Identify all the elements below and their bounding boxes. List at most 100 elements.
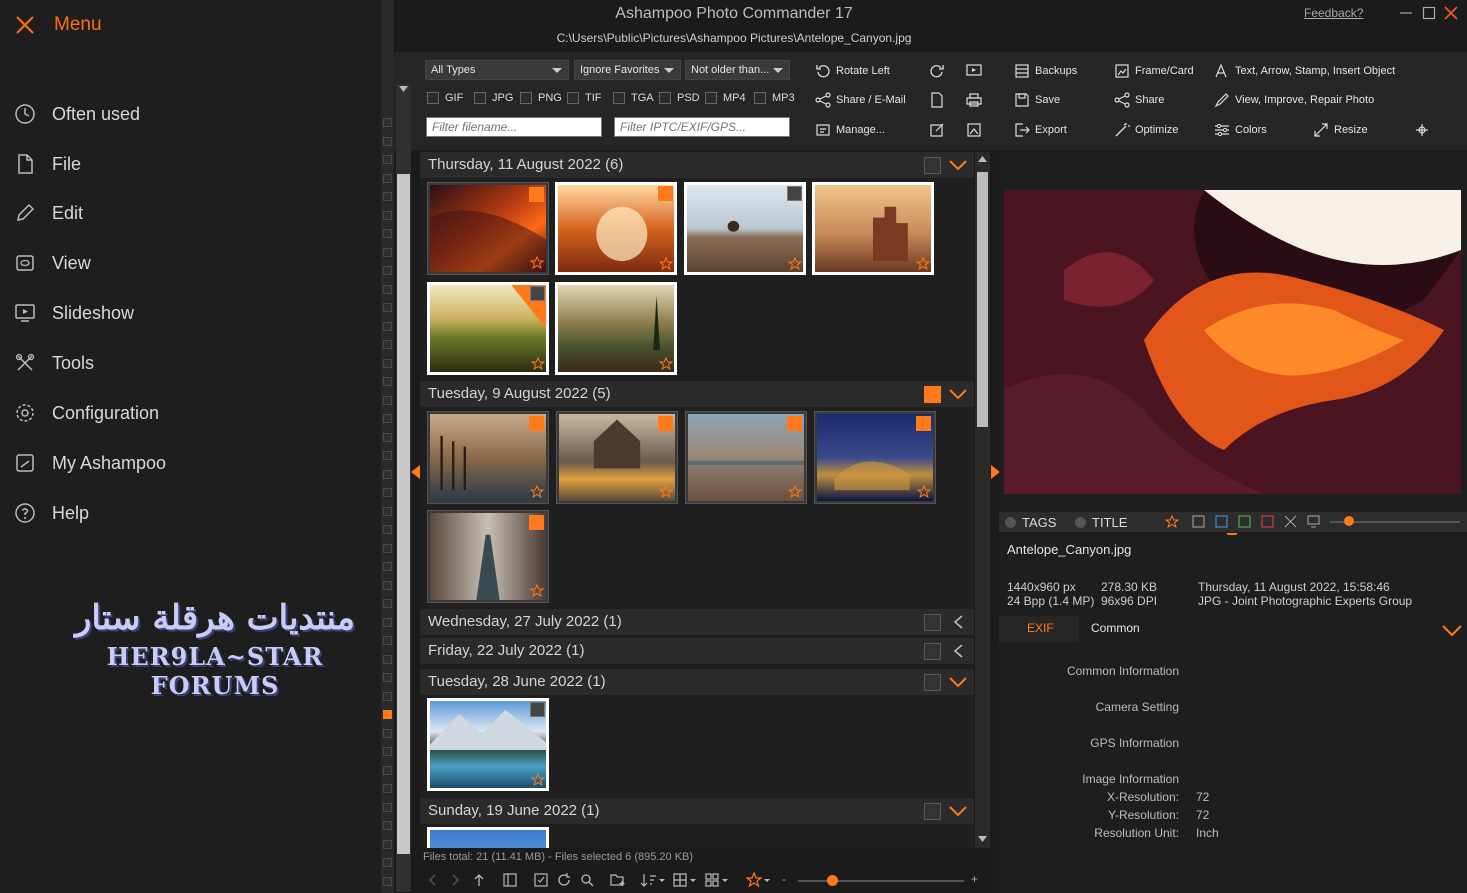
star-icon[interactable]	[916, 257, 930, 271]
new-file-icon[interactable]	[929, 92, 945, 108]
thumbnail[interactable]	[427, 510, 549, 603]
preview-zoom-handle[interactable]	[1344, 516, 1354, 526]
row-checkbox[interactable]	[383, 340, 392, 349]
scroll-down-icon[interactable]	[399, 86, 408, 92]
share-button[interactable]: Share	[1114, 92, 1164, 108]
star-icon[interactable]	[531, 357, 545, 371]
zoom-slider[interactable]	[798, 880, 964, 882]
row-checkbox[interactable]	[383, 451, 392, 460]
selected-checkbox[interactable]	[916, 416, 931, 431]
menu-item-my-ashampoo[interactable]: My Ashampoo	[14, 450, 166, 476]
resize-button[interactable]: Resize	[1313, 122, 1368, 138]
close-window-icon[interactable]	[1442, 4, 1460, 22]
chevron-down-icon[interactable]	[1441, 623, 1463, 637]
thumbnail[interactable]	[684, 182, 806, 275]
selected-checkbox[interactable]	[658, 416, 673, 431]
star-icon[interactable]	[788, 485, 802, 499]
image-icon[interactable]	[966, 122, 982, 138]
group-checkbox[interactable]	[924, 386, 941, 403]
panel-icon[interactable]	[503, 873, 517, 887]
print-icon[interactable]	[966, 92, 982, 108]
chevron-left-icon[interactable]	[948, 614, 968, 630]
row-checkbox[interactable]	[383, 765, 392, 775]
green-filter-icon[interactable]	[1238, 515, 1251, 528]
menu-item-configuration[interactable]: Configuration	[14, 400, 159, 426]
menu-item-tools[interactable]: Tools	[14, 350, 94, 376]
row-checkbox[interactable]	[383, 580, 392, 590]
unselected-checkbox[interactable]	[530, 286, 545, 301]
view-improve-button[interactable]: View, Improve, Repair Photo	[1214, 92, 1374, 108]
star-icon[interactable]	[1165, 515, 1179, 529]
manage-button[interactable]: Manage...	[815, 122, 885, 138]
selected-checkbox[interactable]	[529, 187, 544, 202]
row-checkbox[interactable]	[383, 506, 392, 516]
selected-checkbox[interactable]	[658, 186, 673, 201]
row-checkbox[interactable]	[383, 710, 392, 719]
preview-image-antelope-canyon[interactable]	[1004, 190, 1461, 494]
text-arrow-stamp-button[interactable]: Text, Arrow, Stamp, Insert Object	[1214, 63, 1395, 79]
select-all-icon[interactable]	[534, 873, 548, 887]
thumbnail[interactable]	[427, 827, 549, 848]
monitor-icon[interactable]	[1307, 515, 1320, 528]
filter-tif-checkbox[interactable]: TIF	[567, 92, 602, 104]
row-checkbox[interactable]	[383, 136, 392, 146]
close-icon[interactable]	[14, 14, 36, 36]
row-checkbox[interactable]	[383, 358, 392, 368]
filter-psd-checkbox[interactable]: PSD	[659, 92, 700, 104]
fit-icon[interactable]	[1284, 515, 1297, 528]
row-checkbox[interactable]	[383, 118, 392, 127]
row-checkbox[interactable]	[383, 284, 392, 294]
selected-checkbox[interactable]	[787, 416, 802, 431]
menu-item-often-used[interactable]: Often used	[14, 101, 140, 127]
layout-icon[interactable]	[705, 873, 731, 887]
thumbnail[interactable]	[427, 282, 549, 375]
scroll-down-icon[interactable]	[978, 836, 987, 842]
date-group-header[interactable]: Sunday, 19 June 2022 (1)	[420, 798, 974, 824]
exif-camera-heading[interactable]: Camera Setting	[999, 700, 1179, 714]
sort-icon[interactable]	[640, 873, 666, 887]
slideshow-icon[interactable]	[966, 63, 982, 79]
row-checkbox[interactable]	[383, 654, 392, 664]
minimize-icon[interactable]	[1397, 4, 1415, 22]
chevron-down-icon[interactable]	[948, 157, 968, 173]
exif-image-heading[interactable]: Image Information	[999, 772, 1179, 786]
thumbnail[interactable]	[812, 182, 934, 275]
collapse-left-icon[interactable]	[411, 465, 420, 479]
row-checkbox[interactable]	[383, 469, 392, 479]
row-checkbox[interactable]	[383, 562, 392, 571]
thumbnail[interactable]	[427, 182, 549, 275]
row-checkbox[interactable]	[383, 636, 392, 645]
favorite-star-icon[interactable]	[746, 872, 772, 888]
rotate-left-button[interactable]: Rotate Left	[815, 63, 890, 79]
row-checkbox[interactable]	[383, 229, 392, 238]
exif-tab[interactable]: EXIF	[1027, 621, 1054, 635]
star-icon[interactable]	[659, 357, 673, 371]
unselected-checkbox[interactable]	[787, 186, 802, 201]
row-checkbox[interactable]	[383, 728, 392, 738]
star-icon[interactable]	[530, 584, 544, 598]
refresh-icon[interactable]	[557, 873, 571, 887]
save-button[interactable]: Save	[1014, 92, 1060, 108]
grid-view-icon[interactable]	[673, 873, 699, 887]
date-group-header[interactable]: Thursday, 11 August 2022 (6)	[420, 152, 974, 178]
star-icon[interactable]	[659, 485, 673, 499]
star-icon[interactable]	[788, 257, 802, 271]
share-email-button[interactable]: Share / E-Mail	[815, 92, 906, 108]
filter-gif-checkbox[interactable]: GIF	[427, 92, 463, 104]
selected-checkbox[interactable]	[529, 515, 544, 530]
maximize-icon[interactable]	[1420, 4, 1438, 22]
menu-item-file[interactable]: File	[14, 151, 81, 177]
row-checkbox[interactable]	[383, 525, 392, 534]
type-filter-dropdown[interactable]: All Types	[425, 60, 569, 80]
browser-scrollbar[interactable]	[975, 152, 990, 848]
filter-jpg-checkbox[interactable]: JPG	[474, 92, 513, 104]
date-group-header[interactable]: Friday, 22 July 2022 (1)	[420, 638, 974, 664]
row-checkbox[interactable]	[383, 395, 392, 405]
star-icon[interactable]	[917, 485, 931, 499]
favorites-filter-dropdown[interactable]: Ignore Favorites	[574, 60, 681, 80]
row-checkbox[interactable]	[383, 617, 392, 627]
date-group-header[interactable]: Tuesday, 28 June 2022 (1)	[420, 669, 974, 695]
export-button[interactable]: Export	[1014, 122, 1067, 138]
star-icon[interactable]	[530, 485, 544, 499]
menu-item-help[interactable]: Help	[14, 500, 89, 526]
